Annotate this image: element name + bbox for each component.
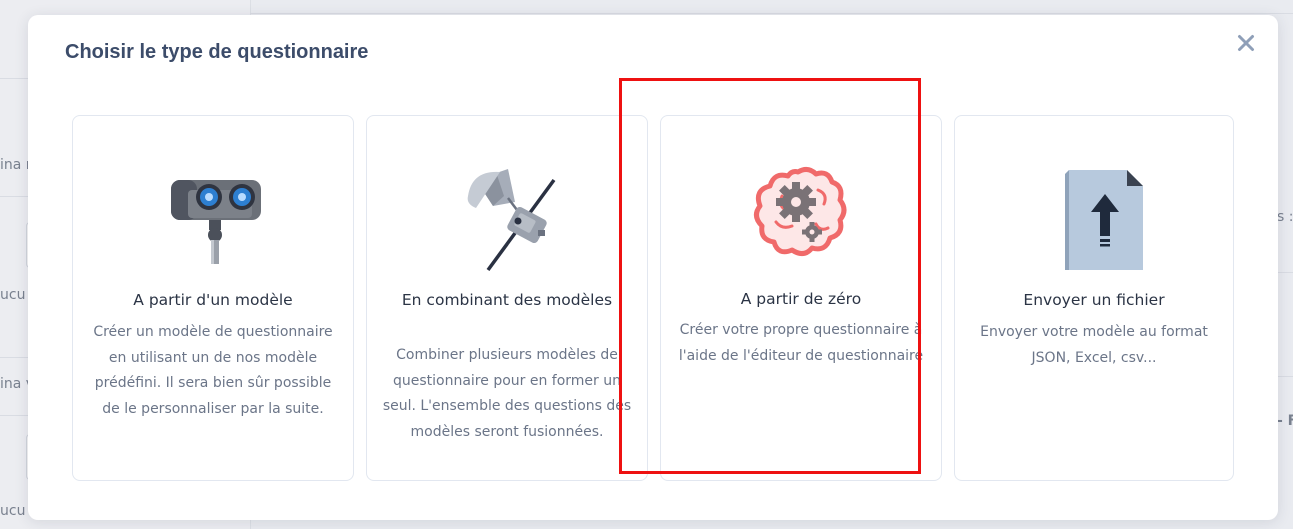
card-description: Créer votre propre questionnaire à l'aid…	[678, 322, 924, 364]
file-upload-icon	[1039, 160, 1149, 272]
close-icon	[1238, 35, 1254, 51]
questionnaire-type-modal: Choisir le type de questionnaire A parti…	[28, 15, 1278, 520]
card-title: A partir de zéro	[740, 290, 862, 308]
robot-eyes-icon	[158, 160, 268, 272]
card-from-template[interactable]: A partir d'un modèle Créer un modèle de …	[72, 115, 354, 481]
card-from-scratch[interactable]: A partir de zéro Créer votre propre ques…	[660, 115, 942, 481]
card-combine-templates[interactable]: En combinant des modèles Combiner plusie…	[366, 115, 648, 481]
card-title: Envoyer un fichier	[1023, 291, 1165, 309]
satellite-icon	[452, 160, 562, 272]
card-title: A partir d'un modèle	[133, 291, 293, 309]
modal-title: Choisir le type de questionnaire	[65, 41, 369, 63]
card-title: En combinant des modèles	[401, 291, 613, 309]
card-upload-file[interactable]: Envoyer un fichier Envoyer votre modèle …	[954, 115, 1234, 481]
close-button[interactable]	[1232, 29, 1260, 57]
card-description: Envoyer votre modèle au format JSON, Exc…	[980, 324, 1208, 366]
brain-gears-icon	[746, 160, 856, 272]
card-description: Combiner plusieurs modèles de questionna…	[382, 347, 632, 440]
card-description: Créer un modèle de questionnaire en util…	[93, 324, 333, 417]
